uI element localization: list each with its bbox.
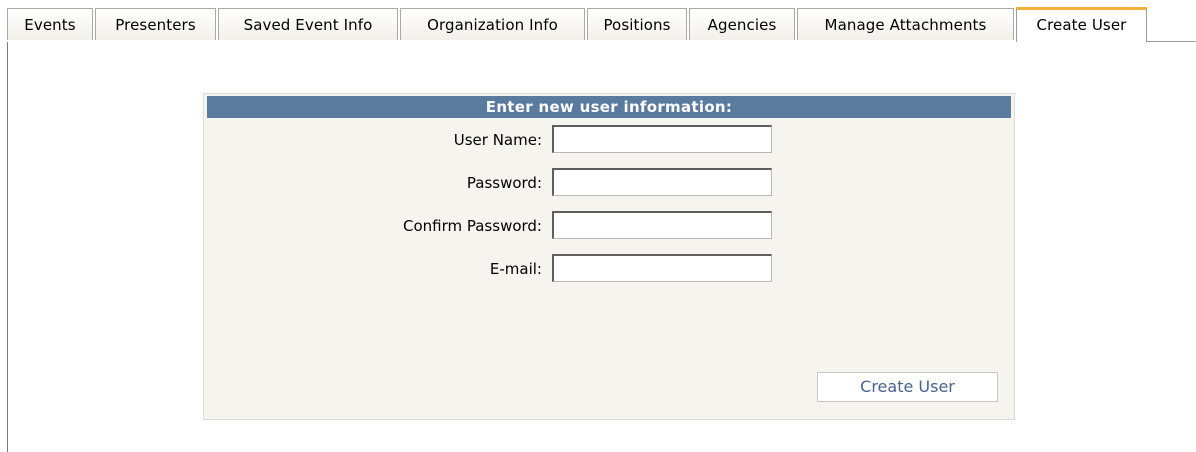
tab-agencies[interactable]: Agencies <box>689 8 795 40</box>
email-field[interactable] <box>552 254 772 282</box>
tab-strip: Events Presenters Saved Event Info Organ… <box>0 7 1196 43</box>
username-label: User Name: <box>453 131 542 149</box>
tab-positions[interactable]: Positions <box>587 8 687 40</box>
tab-presenters[interactable]: Presenters <box>95 8 216 40</box>
password-field[interactable] <box>552 168 772 196</box>
username-field[interactable] <box>552 125 772 153</box>
page: Events Presenters Saved Event Info Organ… <box>0 0 1196 452</box>
confirm-password-field[interactable] <box>552 211 772 239</box>
tab-create-user[interactable]: Create User <box>1016 7 1147 42</box>
create-user-button[interactable]: Create User <box>817 372 998 402</box>
tab-manage-attachments[interactable]: Manage Attachments <box>797 8 1014 40</box>
tab-events[interactable]: Events <box>7 8 93 40</box>
password-label: Password: <box>466 174 542 192</box>
tab-saved-event-info[interactable]: Saved Event Info <box>218 8 398 40</box>
tab-organization-info[interactable]: Organization Info <box>400 8 585 40</box>
form-header: Enter new user information: <box>207 96 1011 118</box>
tab-baseline <box>1147 41 1196 42</box>
confirm-password-label: Confirm Password: <box>402 217 542 235</box>
content-left-border <box>7 42 8 452</box>
email-label: E-mail: <box>489 260 542 278</box>
create-user-form: Enter new user information: User Name: P… <box>203 93 1015 420</box>
